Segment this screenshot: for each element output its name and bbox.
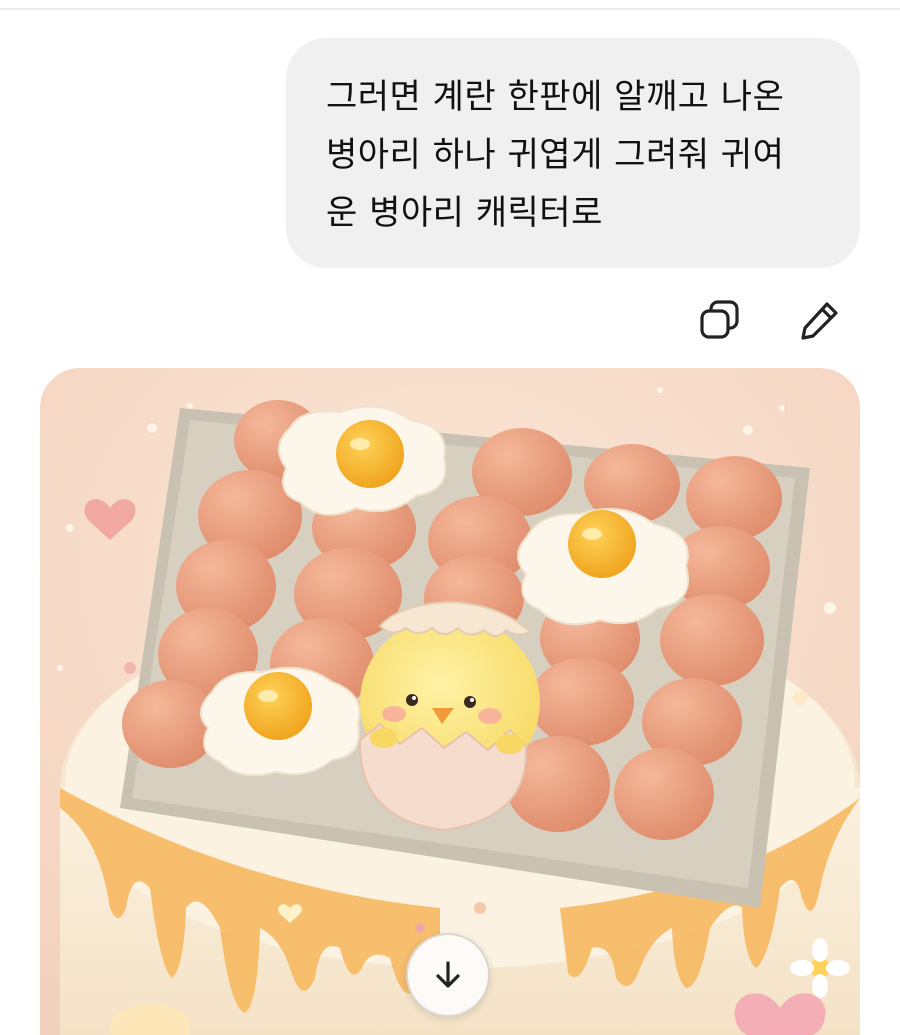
user-message-bubble: 그러면 계란 한판에 알깨고 나온 병아리 하나 귀엽게 그려줘 귀여 운 병아… xyxy=(286,38,860,268)
copy-icon xyxy=(700,300,739,339)
copy-button[interactable] xyxy=(692,292,748,348)
message-line: 운 병아리 캐릭터로 xyxy=(326,193,603,233)
edit-button[interactable] xyxy=(792,292,848,348)
pencil-icon xyxy=(801,302,838,340)
arrow-down-icon xyxy=(436,961,460,988)
message-line: 병아리 하나 귀엽게 그려줘 귀여 xyxy=(326,135,785,175)
message-line: 그러면 계란 한판에 알깨고 나온 xyxy=(326,77,785,117)
top-divider xyxy=(0,8,900,10)
scroll-down-button[interactable] xyxy=(406,933,490,1017)
